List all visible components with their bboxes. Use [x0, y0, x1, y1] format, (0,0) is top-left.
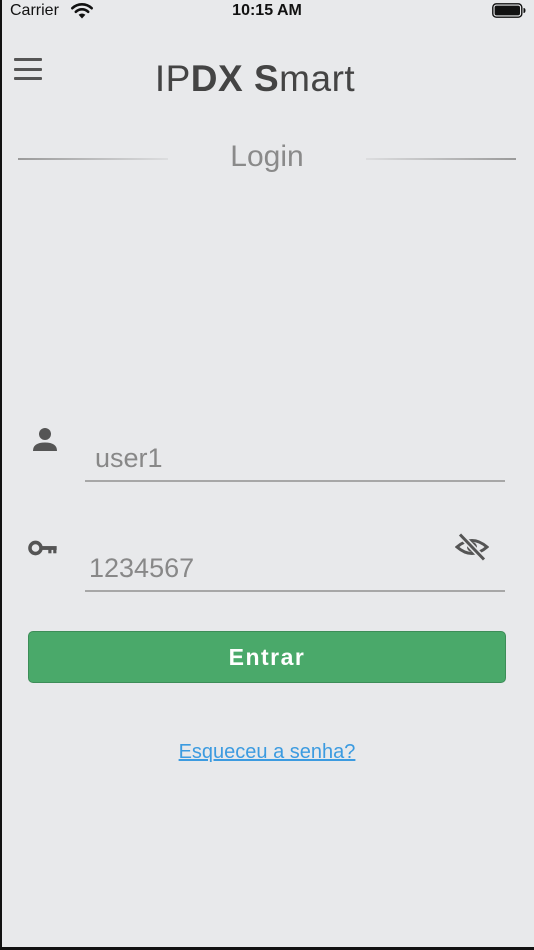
app-title-part-bold: DX — [190, 58, 244, 99]
status-bar: Carrier 10:15 AM — [0, 0, 534, 24]
username-input[interactable] — [85, 436, 505, 482]
forgot-password-link[interactable]: Esqueceu a senha? — [0, 741, 534, 764]
key-icon — [28, 540, 57, 556]
status-time: 10:15 AM — [232, 2, 302, 19]
login-submit-button[interactable]: Entrar — [28, 631, 506, 683]
app-title: IPDX Smart — [0, 58, 534, 100]
eye-off-icon[interactable] — [455, 531, 489, 563]
divider-right — [366, 158, 516, 160]
login-section-header: Login — [0, 138, 534, 178]
app-title-part: IP — [154, 58, 191, 99]
app-title-part-bold: S — [253, 58, 280, 99]
app-title-space — [243, 58, 254, 99]
person-icon — [33, 428, 57, 451]
password-input[interactable] — [85, 546, 505, 592]
app-title-part: mart — [279, 58, 356, 99]
battery-icon — [492, 3, 526, 18]
login-title: Login — [230, 140, 304, 173]
